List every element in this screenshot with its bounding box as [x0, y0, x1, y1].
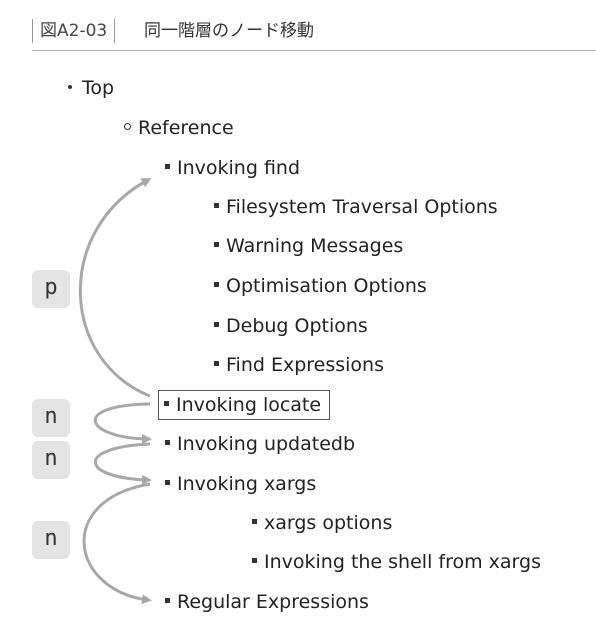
node-label: Invoking the shell from xargs — [264, 551, 541, 573]
node-label: Find Expressions — [226, 354, 385, 376]
node-label: Top — [82, 77, 115, 99]
node-invoking-locate[interactable]: Invoking locate — [158, 390, 331, 420]
node-label: Filesystem Traversal Options — [226, 196, 498, 218]
bullet-square-icon — [214, 203, 219, 208]
bullet-square-icon — [214, 282, 219, 287]
node-label: Reference — [138, 117, 234, 139]
bullet-square-icon — [214, 322, 219, 327]
key-p: p — [32, 270, 70, 308]
node-top: Top — [68, 76, 114, 100]
prev-arrow — [78, 178, 152, 398]
node-invoking-shell: Invoking the shell from xargs — [252, 550, 541, 574]
key-n-1: n — [32, 399, 70, 437]
bullet-dot-icon — [68, 84, 72, 89]
node-filesystem-traversal: Filesystem Traversal Options — [214, 195, 498, 219]
node-label: xargs options — [264, 512, 393, 534]
node-reference: Reference — [124, 116, 234, 140]
node-regular-expressions: Regular Expressions — [165, 590, 369, 614]
node-label: Optimisation Options — [226, 275, 427, 297]
node-label: Warning Messages — [226, 235, 404, 257]
node-label: Regular Expressions — [177, 591, 369, 613]
key-n-2: n — [32, 441, 70, 479]
node-optimisation-options: Optimisation Options — [214, 274, 427, 298]
node-invoking-updatedb: Invoking updatedb — [165, 432, 355, 456]
bullet-square-icon — [165, 164, 170, 169]
bullet-square-icon — [165, 598, 170, 603]
node-label: Debug Options — [226, 315, 368, 337]
node-label: Invoking updatedb — [177, 433, 356, 455]
figure-page: 図A2-03 同一階層のノード移動 p n n n Top Reference … — [0, 0, 596, 632]
bullet-square-icon — [214, 361, 219, 366]
node-label: Invoking find — [177, 157, 301, 179]
node-invoking-xargs: Invoking xargs — [165, 472, 316, 496]
node-invoking-find: Invoking find — [165, 156, 300, 180]
bullet-square-icon — [164, 401, 169, 406]
node-label: Invoking xargs — [177, 473, 317, 495]
bullet-square-icon — [214, 242, 219, 247]
node-warning-messages: Warning Messages — [214, 234, 403, 258]
node-xargs-options: xargs options — [252, 511, 392, 535]
bullet-square-icon — [165, 440, 170, 445]
next-arrow-1 — [93, 402, 152, 444]
bullet-ring-icon — [124, 123, 131, 130]
bullet-square-icon — [252, 558, 257, 563]
bullet-square-icon — [165, 480, 170, 485]
node-debug-options: Debug Options — [214, 314, 368, 338]
next-arrow-3 — [82, 482, 152, 605]
node-label: Invoking locate — [176, 394, 322, 416]
node-find-expressions: Find Expressions — [214, 353, 384, 377]
key-n-3: n — [32, 521, 70, 559]
next-arrow-2 — [93, 442, 152, 485]
bullet-square-icon — [252, 519, 257, 524]
